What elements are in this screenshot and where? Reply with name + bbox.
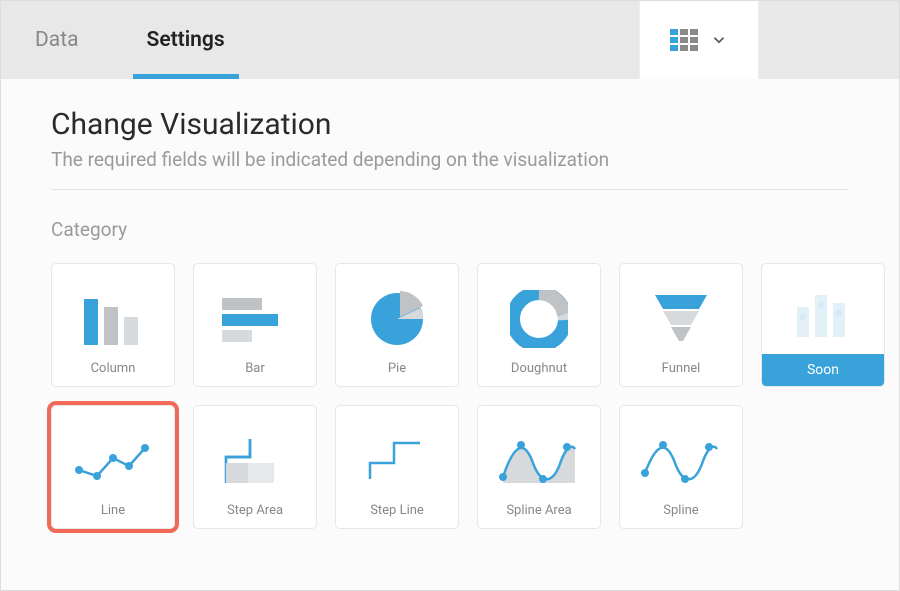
step-line-chart-icon [344,418,450,503]
spline-chart-icon [628,418,734,503]
tab-data-label: Data [35,28,79,52]
step-area-chart-icon [202,418,308,503]
card-spline[interactable]: Spline [619,405,743,529]
tab-settings-label: Settings [147,28,225,52]
topbar-right-spacer [759,1,899,79]
page-subtitle: The required fields will be indicated de… [51,148,849,171]
topbar-spacer [259,1,639,79]
tab-data[interactable]: Data [1,1,113,79]
card-funnel-label: Funnel [662,361,701,376]
card-line[interactable]: Line [51,405,175,529]
spline-area-chart-icon [486,418,592,503]
table-grid-icon [670,29,698,51]
soon-chart-icon [762,264,884,354]
bar-chart-icon [202,276,308,361]
card-step-line[interactable]: Step Line [335,405,459,529]
card-spline-area-label: Spline Area [506,503,571,518]
header-divider [51,189,849,190]
topbar: Data Settings [1,1,899,79]
view-dropdown-button[interactable] [639,1,759,79]
card-bar-label: Bar [245,361,265,376]
page-title: Change Visualization [51,107,849,142]
visualization-grid: Column Bar [51,263,849,529]
funnel-chart-icon [628,276,734,361]
card-column[interactable]: Column [51,263,175,387]
tab-settings[interactable]: Settings [113,1,259,79]
tabs: Data Settings [1,1,259,79]
card-pie[interactable]: Pie [335,263,459,387]
card-line-label: Line [101,503,125,518]
card-spline-area[interactable]: Spline Area [477,405,601,529]
card-pie-label: Pie [388,361,406,376]
card-step-area-label: Step Area [227,503,283,518]
card-spline-label: Spline [663,503,698,518]
card-funnel[interactable]: Funnel [619,263,743,387]
card-step-line-label: Step Line [370,503,424,518]
pie-chart-icon [344,276,450,361]
content-area: Change Visualization The required fields… [1,79,899,590]
app-frame: Data Settings Change Visualization The r… [0,0,900,591]
card-column-label: Column [91,361,136,376]
line-chart-icon [60,418,166,503]
card-bar[interactable]: Bar [193,263,317,387]
doughnut-chart-icon [486,276,592,361]
card-doughnut[interactable]: Doughnut [477,263,601,387]
card-doughnut-label: Doughnut [511,361,567,376]
column-chart-icon [60,276,166,361]
section-category-label: Category [51,218,849,241]
card-soon-label: Soon [762,354,884,386]
card-step-area[interactable]: Step Area [193,405,317,529]
card-soon[interactable]: Soon [761,263,885,387]
chevron-down-icon [710,31,728,49]
